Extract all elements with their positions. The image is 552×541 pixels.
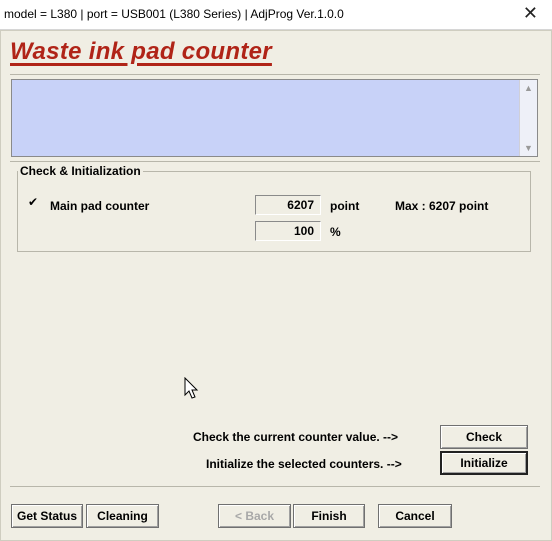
initialize-prompt: Initialize the selected counters. -->	[206, 457, 402, 471]
main-pad-checkbox[interactable]: ✔	[28, 196, 41, 209]
heading-divider	[10, 74, 540, 75]
group-title: Check & Initialization	[18, 164, 143, 178]
initialize-button[interactable]: Initialize	[440, 451, 528, 475]
finish-button[interactable]: Finish	[293, 504, 365, 528]
message-scrollbar[interactable]: ▲ ▼	[519, 80, 537, 156]
back-button[interactable]: < Back	[218, 504, 291, 528]
cleaning-button[interactable]: Cleaning	[86, 504, 159, 528]
check-prompt: Check the current counter value. -->	[193, 430, 399, 444]
main-pad-value: 6207	[255, 195, 321, 215]
footer-divider	[10, 486, 540, 487]
scroll-down-icon[interactable]: ▼	[524, 143, 533, 153]
main-pad-max: Max : 6207 point	[395, 199, 489, 213]
page-title: Waste ink pad counter	[10, 38, 272, 65]
section-divider	[10, 161, 540, 162]
scroll-up-icon[interactable]: ▲	[524, 83, 533, 93]
main-pad-label: Main pad counter	[50, 199, 150, 213]
check-button[interactable]: Check	[440, 425, 528, 449]
get-status-button[interactable]: Get Status	[11, 504, 83, 528]
message-box[interactable]: ▲ ▼	[11, 79, 538, 157]
window-title: model = L380 | port = USB001 (L380 Serie…	[4, 7, 344, 21]
main-pad-unit: point	[330, 199, 360, 213]
title-bar: model = L380 | port = USB001 (L380 Serie…	[0, 0, 552, 30]
main-pad-percent-unit: %	[330, 225, 341, 239]
main-pad-percent-value: 100	[255, 221, 321, 241]
cancel-button[interactable]: Cancel	[378, 504, 452, 528]
close-icon[interactable]: ✕	[523, 3, 538, 24]
mouse-pointer-icon	[184, 377, 199, 399]
